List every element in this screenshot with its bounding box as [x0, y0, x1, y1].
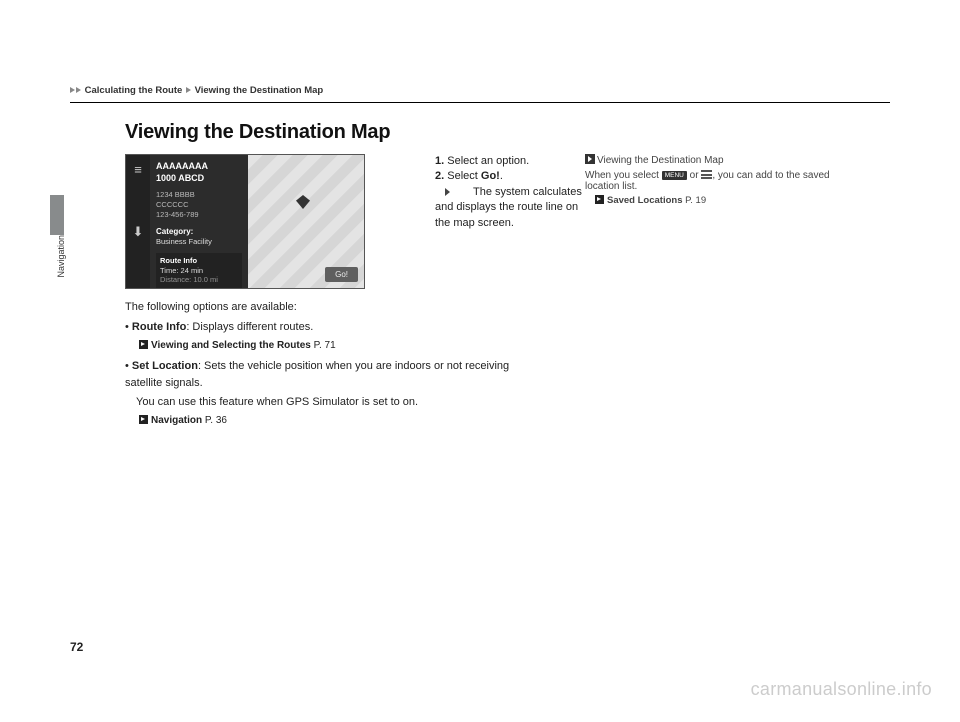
- chevron-right-icon: [186, 87, 191, 93]
- xref-saved-locations: Saved Locations P. 19: [595, 195, 865, 206]
- screenshot-sidebar: ≡ ⬇: [126, 155, 150, 288]
- link-icon: [139, 340, 148, 349]
- section-tab: [50, 195, 64, 235]
- main-column: ≡ ⬇ AAAAAAAA 1000 ABCD 1234 BBBB CCCCCC …: [125, 154, 545, 432]
- step-2: 2. Select Go!.: [435, 169, 595, 184]
- step-1: 1. Select an option.: [435, 154, 595, 169]
- option-set-location-extra: You can use this feature when GPS Simula…: [136, 394, 545, 411]
- menu-button-icon: MENU: [662, 171, 687, 180]
- link-icon: [139, 415, 148, 424]
- note-icon: [585, 154, 595, 164]
- xref-routes: Viewing and Selecting the Routes P. 71: [139, 338, 545, 354]
- xref-navigation: Navigation P. 36: [139, 413, 545, 429]
- note-heading: Viewing the Destination Map: [585, 154, 865, 166]
- page-number: 72: [70, 640, 83, 654]
- page-content: Calculating the Route Viewing the Destin…: [70, 85, 890, 432]
- screenshot-info-panel: AAAAAAAA 1000 ABCD 1234 BBBB CCCCCC 123-…: [150, 155, 248, 288]
- link-icon: [595, 195, 604, 204]
- go-button[interactable]: Go!: [325, 267, 358, 282]
- option-route-info: Route Info: Displays different routes.: [125, 319, 545, 336]
- breadcrumb: Calculating the Route Viewing the Destin…: [70, 85, 890, 103]
- watermark: carmanualsonline.info: [751, 679, 932, 700]
- section-label: Navigation: [56, 235, 66, 278]
- note-body: When you select MENU or , you can add to…: [585, 170, 865, 192]
- options-section: The following options are available: Rou…: [125, 299, 545, 428]
- dest-name-2: 1000 ABCD: [156, 173, 242, 185]
- menu-icon: ≡: [134, 163, 142, 176]
- side-note: Viewing the Destination Map When you sel…: [585, 154, 865, 432]
- breadcrumb-item: Viewing the Destination Map: [195, 85, 324, 96]
- chevron-right-icon: [445, 188, 450, 196]
- category-label: Category:: [156, 227, 242, 237]
- hamburger-icon: [701, 170, 712, 179]
- screenshot-map: Go!: [248, 155, 364, 288]
- route-info-box: Route Info Time: 24 min Distance: 10.0 m…: [156, 253, 242, 288]
- breadcrumb-item: Calculating the Route: [85, 85, 183, 96]
- step-2-sub: The system calculates and displays the r…: [435, 185, 595, 231]
- chevron-right-icon: [70, 87, 75, 93]
- option-set-location: Set Location: Sets the vehicle position …: [125, 358, 545, 392]
- dest-addr: 1234 BBBB CCCCCC 123-456-789: [156, 190, 242, 219]
- page-title: Viewing the Destination Map: [125, 121, 890, 144]
- chevron-right-icon: [76, 87, 81, 93]
- down-arrow-icon: ⬇: [133, 224, 144, 240]
- dest-name: AAAAAAAA: [156, 161, 242, 173]
- options-intro: The following options are available:: [125, 299, 545, 316]
- category-value: Business Facility: [156, 237, 242, 247]
- nav-screenshot: ≡ ⬇ AAAAAAAA 1000 ABCD 1234 BBBB CCCCCC …: [125, 154, 365, 289]
- step-list: 1. Select an option. 2. Select Go!. The …: [435, 154, 595, 231]
- map-pin-icon: [296, 195, 310, 209]
